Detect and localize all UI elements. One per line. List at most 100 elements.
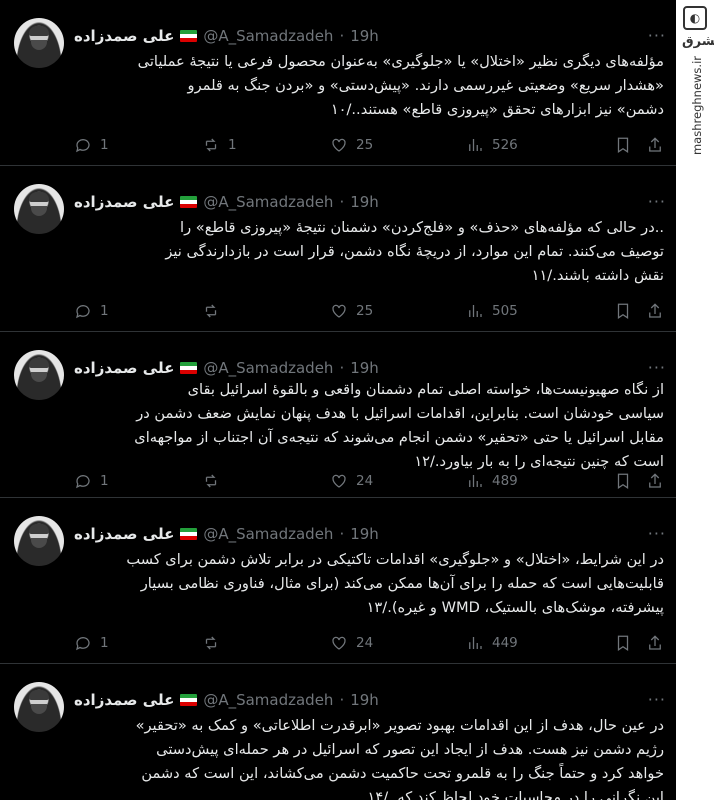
reply-button[interactable]: 1 xyxy=(74,634,109,652)
view-count: 505 xyxy=(492,303,518,319)
bookmark-button[interactable] xyxy=(614,302,632,320)
site-logo-icon: ◐ xyxy=(683,6,707,30)
tweet-time[interactable]: 19h xyxy=(350,359,379,377)
separator-dot: · xyxy=(339,27,345,45)
views-button[interactable]: 489 xyxy=(466,472,518,490)
view-count: 526 xyxy=(492,137,518,153)
tweet-line: از نگاه صهیونیست‌ها، خواسته اصلی تمام دش… xyxy=(187,381,664,398)
iran-flag-icon xyxy=(180,694,198,706)
tweet-text: از نگاه صهیونیست‌ها، خواسته اصلی تمام دش… xyxy=(74,378,664,474)
author-name[interactable]: علی صمدزاده xyxy=(74,525,174,543)
bookmark-button[interactable] xyxy=(614,472,632,490)
tweet-line: «هشدار سریع» وضعیتی غیررسمی دارند. «پیش‌… xyxy=(187,77,664,94)
more-options-icon[interactable]: ··· xyxy=(648,26,666,45)
reply-button[interactable]: 1 xyxy=(74,302,109,320)
like-count: 24 xyxy=(356,473,374,489)
bookmark-button[interactable] xyxy=(614,634,632,652)
author-handle[interactable]: @A_Samadzadeh xyxy=(203,691,333,709)
tweet-header: علی صمدزاده @A_Samadzadeh · 19h xyxy=(74,358,634,378)
author-name[interactable]: علی صمدزاده xyxy=(74,193,174,211)
like-button[interactable]: 24 xyxy=(330,472,373,490)
author-name[interactable]: علی صمدزاده xyxy=(74,691,174,709)
views-button[interactable]: 505 xyxy=(466,302,518,320)
tweet-time[interactable]: 19h xyxy=(350,27,379,45)
repost-button[interactable] xyxy=(202,634,228,652)
heart-icon xyxy=(332,636,346,650)
repost-button[interactable]: 1 xyxy=(202,136,237,154)
reply-icon xyxy=(76,637,90,651)
tweet-time[interactable]: 19h xyxy=(350,691,379,709)
like-count: 25 xyxy=(356,303,374,319)
share-button[interactable] xyxy=(646,472,664,490)
like-button[interactable]: 25 xyxy=(330,136,373,154)
tweet-actions: 1 24 489 xyxy=(74,470,664,492)
more-options-icon[interactable]: ··· xyxy=(648,690,666,709)
more-options-icon[interactable]: ··· xyxy=(648,358,666,377)
tweet-line: نقش داشته باشند./۱۱ xyxy=(531,267,664,284)
tweet-line: مؤلفه‌های دیگری نظیر «اختلال» یا «جلوگیر… xyxy=(137,53,664,70)
tweet[interactable]: علی صمدزاده @A_Samadzadeh · 19h ··· از ن… xyxy=(0,332,676,498)
bookmark-icon xyxy=(617,473,629,489)
share-button[interactable] xyxy=(646,136,664,154)
reply-button[interactable]: 1 xyxy=(74,472,109,490)
author-handle[interactable]: @A_Samadzadeh xyxy=(203,525,333,543)
like-count: 25 xyxy=(356,137,374,153)
separator-dot: · xyxy=(339,691,345,709)
repost-icon xyxy=(205,304,217,318)
views-button[interactable]: 449 xyxy=(466,634,518,652)
author-name[interactable]: علی صمدزاده xyxy=(74,359,174,377)
tweet[interactable]: علی صمدزاده @A_Samadzadeh · 19h ··· ..در… xyxy=(0,166,676,332)
views-button[interactable]: 526 xyxy=(466,136,518,154)
avatar[interactable] xyxy=(14,18,64,68)
tweet-text: در عین حال، هدف از این اقدامات بهبود تصو… xyxy=(74,714,664,800)
views-icon xyxy=(469,305,482,317)
more-options-icon[interactable]: ··· xyxy=(648,192,666,211)
share-button[interactable] xyxy=(646,634,664,652)
iran-flag-icon xyxy=(180,196,198,208)
site-logo-text: مشرق xyxy=(682,34,714,49)
tweet-line: قابلیت‌هایی است که حمله را برای آن‌ها مم… xyxy=(140,575,664,592)
heart-icon xyxy=(332,304,346,318)
repost-button[interactable] xyxy=(202,472,228,490)
iran-flag-icon xyxy=(180,30,198,42)
avatar[interactable] xyxy=(14,682,64,732)
tweet[interactable]: علی صمدزاده @A_Samadzadeh · 19h ··· در ا… xyxy=(0,498,676,664)
author-handle[interactable]: @A_Samadzadeh xyxy=(203,193,333,211)
reply-button[interactable]: 1 xyxy=(74,136,109,154)
repost-count: 1 xyxy=(228,137,237,153)
avatar[interactable] xyxy=(14,516,64,566)
tweet-line: در عین حال، هدف از این اقدامات بهبود تصو… xyxy=(135,717,664,734)
share-icon xyxy=(649,137,661,152)
bookmark-button[interactable] xyxy=(614,136,632,154)
author-name[interactable]: علی صمدزاده xyxy=(74,27,174,45)
views-icon xyxy=(469,637,482,649)
author-handle[interactable]: @A_Samadzadeh xyxy=(203,359,333,377)
separator-dot: · xyxy=(339,525,345,543)
iran-flag-icon xyxy=(180,362,198,374)
author-handle[interactable]: @A_Samadzadeh xyxy=(203,27,333,45)
more-options-icon[interactable]: ··· xyxy=(648,524,666,543)
tweet-header: علی صمدزاده @A_Samadzadeh · 19h xyxy=(74,26,634,46)
tweet-time[interactable]: 19h xyxy=(350,193,379,211)
tweet[interactable]: علی صمدزاده @A_Samadzadeh · 19h ··· در ع… xyxy=(0,664,676,800)
avatar[interactable] xyxy=(14,184,64,234)
tweet-line: خواهد کرد و حتماً جنگ را به قلمرو تحت حا… xyxy=(141,765,664,782)
views-icon xyxy=(469,139,482,151)
like-button[interactable]: 25 xyxy=(330,302,373,320)
share-icon xyxy=(649,303,661,318)
repost-button[interactable] xyxy=(202,302,228,320)
tweet-text: در این شرایط، «اختلال» و «جلوگیری» اقدام… xyxy=(74,548,664,620)
tweet-time[interactable]: 19h xyxy=(350,525,379,543)
reply-icon xyxy=(76,475,90,489)
tweet-line: در این شرایط، «اختلال» و «جلوگیری» اقدام… xyxy=(126,551,664,568)
reply-icon xyxy=(76,305,90,319)
views-icon xyxy=(469,475,482,487)
share-icon xyxy=(649,635,661,650)
avatar[interactable] xyxy=(14,350,64,400)
site-url: mashreghnews.ir xyxy=(690,56,704,156)
tweet[interactable]: علی صمدزاده @A_Samadzadeh · 19h ··· مؤلف… xyxy=(0,0,676,166)
share-button[interactable] xyxy=(646,302,664,320)
separator-dot: · xyxy=(339,359,345,377)
like-button[interactable]: 24 xyxy=(330,634,373,652)
repost-icon xyxy=(205,474,217,488)
